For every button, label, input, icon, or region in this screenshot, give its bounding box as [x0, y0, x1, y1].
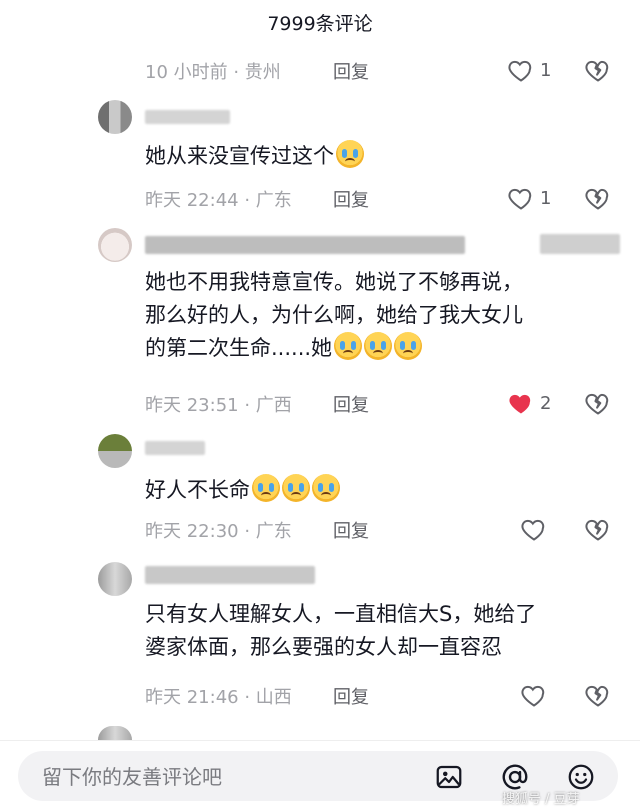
image-icon: [436, 765, 462, 789]
username-blurred: [540, 234, 620, 254]
like-count: 1: [540, 187, 552, 209]
broken-heart-icon: [585, 188, 609, 210]
comment-meta: 昨天 22:30 · 广东: [145, 521, 292, 542]
crying-emoji-icon: [334, 332, 363, 360]
comment-meta: 昨天 21:46 · 山西: [145, 687, 292, 708]
dislike-button[interactable]: [584, 56, 612, 84]
crying-emoji-icon: [336, 140, 364, 168]
image-button[interactable]: [434, 762, 464, 792]
comment-meta: 昨天 22:44 · 广东: [145, 190, 292, 211]
comment-count-title: 7999条评论: [267, 12, 373, 35]
heart-outline-icon: [521, 519, 545, 541]
reply-button[interactable]: 回复: [333, 517, 369, 543]
like-button[interactable]: 1: [507, 184, 551, 212]
crying-emoji-icon: [252, 474, 280, 502]
comments-header: 7999条评论: [0, 0, 640, 44]
heart-filled-icon: [509, 394, 531, 414]
like-button[interactable]: 1: [507, 56, 551, 84]
like-count: 1: [540, 59, 552, 81]
broken-heart-icon: [585, 519, 609, 541]
like-button[interactable]: 2: [507, 389, 551, 417]
avatar[interactable]: [98, 228, 132, 262]
comment-meta: 昨天 23:51 · 广西: [145, 395, 292, 416]
username-blurred[interactable]: [145, 110, 230, 124]
comment-text: 她也不用我特意宣传。她说了不够再说， 那么好的人，为什么啊，她给了我大女儿 的第…: [145, 270, 523, 360]
heart-outline-icon: [508, 60, 532, 82]
avatar: [98, 726, 132, 740]
username-blurred[interactable]: [145, 236, 465, 254]
broken-heart-icon: [585, 60, 609, 82]
watermark: 搜狐号 / 豆芽: [502, 792, 580, 807]
reply-button[interactable]: 回复: [333, 186, 369, 212]
reply-button[interactable]: 回复: [333, 391, 369, 417]
crying-emoji-icon: [394, 332, 423, 360]
like-count: 2: [540, 392, 552, 414]
username-blurred[interactable]: [145, 566, 315, 584]
dislike-button[interactable]: [584, 681, 612, 709]
avatar[interactable]: [98, 434, 132, 468]
comment-input[interactable]: [40, 751, 424, 803]
broken-heart-icon: [585, 685, 609, 707]
dislike-button[interactable]: [584, 515, 612, 543]
reply-button[interactable]: 回复: [333, 683, 369, 709]
avatar[interactable]: [98, 562, 132, 596]
comment-meta: 10 小时前 · 贵州: [145, 62, 281, 83]
comment-text: 好人不长命: [145, 474, 340, 507]
avatar[interactable]: [98, 100, 132, 134]
username-blurred[interactable]: [145, 441, 205, 455]
like-button[interactable]: [520, 515, 548, 543]
heart-outline-icon: [521, 685, 545, 707]
broken-heart-icon: [585, 393, 609, 415]
dislike-button[interactable]: [584, 184, 612, 212]
crying-emoji-icon: [312, 474, 340, 502]
crying-emoji-icon: [282, 474, 310, 502]
comment-text: 她从来没宣传过这个: [145, 140, 364, 173]
like-button[interactable]: [520, 681, 548, 709]
crying-emoji-icon: [364, 332, 393, 360]
comment-text: 只有女人理解女人，一直相信大S，她给了 婆家体面，那么要强的女人却一直容忍: [145, 602, 537, 659]
heart-outline-icon: [508, 188, 532, 210]
dislike-button[interactable]: [584, 389, 612, 417]
reply-button[interactable]: 回复: [333, 58, 369, 84]
